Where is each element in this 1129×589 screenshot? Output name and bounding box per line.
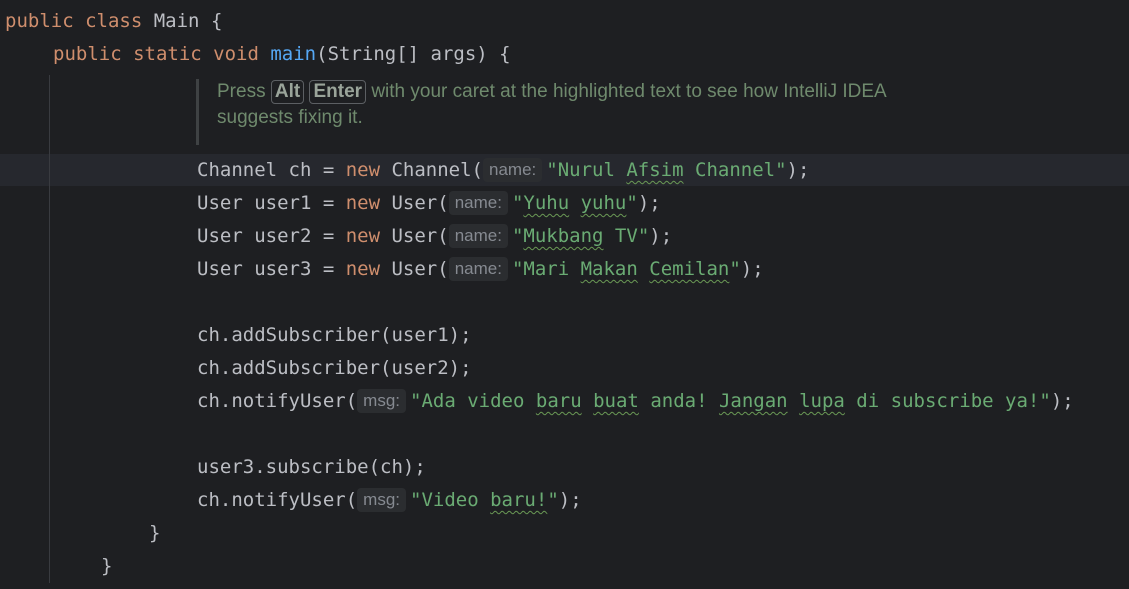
code-line-declaration[interactable]: User user1 = new User(name: "Yuhu yuhu"); <box>197 187 661 220</box>
string-word: subscribe <box>890 390 994 412</box>
string-word: Jangan <box>718 390 788 412</box>
string-word: baru! <box>490 489 548 511</box>
keyword: public static void <box>53 43 259 65</box>
code-line-notify-user-2[interactable]: ch.notifyUser(msg: "Video baru!"); <box>197 484 582 517</box>
constructor-call: User( <box>380 192 449 214</box>
keyword-new: new <box>345 225 381 247</box>
string-word: Cemilan <box>649 258 730 280</box>
string-word: baru <box>535 390 582 412</box>
code-line-class-decl[interactable]: public class Main { <box>5 5 222 38</box>
tip-press: Press <box>217 81 266 102</box>
type-name: User user1 = <box>197 192 346 214</box>
call-end: ); <box>649 225 673 247</box>
string-literal: "Ada video baru buat anda! Jangan lupa d… <box>410 390 1051 412</box>
string-word: Makan <box>580 258 638 280</box>
string-literal: "Mari Makan Cemilan" <box>511 258 741 280</box>
param-hint-name: name: <box>483 158 543 182</box>
string-word: anda! <box>650 390 708 412</box>
keyword: public class <box>5 10 143 32</box>
string-literal: "Nurul Afsim Channel" <box>546 159 787 181</box>
code-line-declaration[interactable]: User user2 = new User(name: "Mukbang TV")… <box>197 220 672 253</box>
code-line-add-subscriber-2[interactable]: ch.addSubscriber(user2); <box>197 352 472 385</box>
string-word: TV <box>614 225 638 247</box>
brace: { <box>199 10 223 32</box>
string-word: Mukbang <box>523 225 604 247</box>
call: ch.notifyUser( <box>197 390 358 412</box>
class-name: Main <box>153 10 200 32</box>
keyword-new: new <box>345 258 381 280</box>
param-hint-name: name: <box>448 191 508 215</box>
code-line-notify-user-1[interactable]: ch.notifyUser(msg: "Ada video baru buat a… <box>197 385 1074 418</box>
call-end: ); <box>786 159 810 181</box>
string-word: ya! <box>1005 390 1040 412</box>
string-word: Ada <box>421 390 456 412</box>
constructor-call: User( <box>380 225 449 247</box>
call-end: ); <box>637 192 661 214</box>
key-enter: Enter <box>309 80 367 104</box>
type-name: Channel ch = <box>197 159 346 181</box>
string-word: Afsim <box>626 159 684 181</box>
string-word: Video <box>421 489 479 511</box>
method-params: (String[] args) { <box>316 43 511 65</box>
type-name: User user2 = <box>197 225 346 247</box>
code-line-add-subscriber-1[interactable]: ch.addSubscriber(user1); <box>197 319 472 352</box>
code-line-declaration[interactable]: Channel ch = new Channel(name: "Nurul Afs… <box>197 154 809 187</box>
close-brace-class[interactable]: } <box>101 550 112 583</box>
call-end: ); <box>1050 390 1074 412</box>
param-hint-name: name: <box>448 224 508 248</box>
call-end: ); <box>558 489 582 511</box>
string-literal: "Yuhu yuhu" <box>511 192 638 214</box>
code-line-declaration[interactable]: User user3 = new User(name: "Mari Makan C… <box>197 253 764 286</box>
string-word: Mari <box>523 258 570 280</box>
string-word: video <box>467 390 525 412</box>
close-brace-method[interactable]: } <box>149 517 160 550</box>
key-alt: Alt <box>270 80 305 104</box>
string-word: di <box>856 390 880 412</box>
string-word: Nurul <box>557 159 615 181</box>
string-literal: "Video baru!" <box>410 489 559 511</box>
indent-guide <box>49 75 50 583</box>
keyword-new: new <box>345 192 381 214</box>
call-end: ); <box>740 258 764 280</box>
tip-line-1: Press Alt Enter with your caret at the h… <box>217 79 1017 105</box>
constructor-call: User( <box>380 258 449 280</box>
param-hint-name: name: <box>448 257 508 281</box>
constructor-call: Channel( <box>380 159 483 181</box>
intention-tip: Press Alt Enter with your caret at the h… <box>196 79 1017 145</box>
param-hint-msg: msg: <box>357 389 406 413</box>
string-word: Channel <box>695 159 776 181</box>
type-name: User user3 = <box>197 258 346 280</box>
string-word: yuhu <box>580 192 627 214</box>
code-line-subscribe[interactable]: user3.subscribe(ch); <box>197 451 426 484</box>
param-hint-msg: msg: <box>357 488 406 512</box>
string-literal: "Mukbang TV" <box>511 225 650 247</box>
string-word: Yuhu <box>523 192 570 214</box>
string-word: buat <box>593 390 639 412</box>
code-line-method-decl[interactable]: public static void main(String[] args) { <box>53 38 511 71</box>
keyword-new: new <box>345 159 381 181</box>
method-name: main <box>270 43 317 65</box>
call: ch.notifyUser( <box>197 489 358 511</box>
tip-line-2: suggests fixing it. <box>217 107 363 128</box>
tip-rest: with your caret at the highlighted text … <box>371 81 887 102</box>
string-word: lupa <box>799 390 845 412</box>
